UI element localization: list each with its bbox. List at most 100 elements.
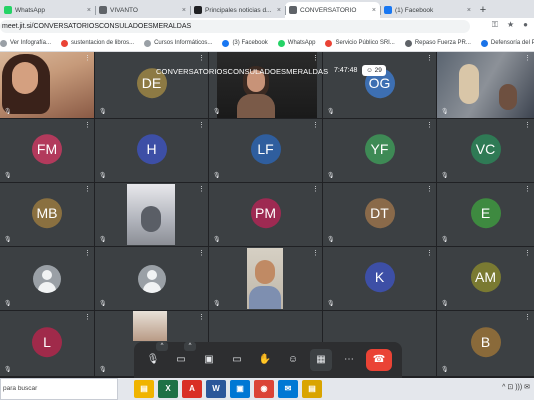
participant-tile[interactable]: DT ⋮ 🎙 [323, 183, 436, 246]
bookmark-item[interactable]: Servicio Público SRI... [325, 39, 395, 47]
participant-tile[interactable]: K ⋮ 🎙 [323, 247, 436, 310]
tile-menu-icon[interactable]: ⋮ [198, 121, 205, 129]
tile-menu-icon[interactable]: ⋮ [524, 249, 531, 257]
hangup-button-wrap: ☎ [366, 349, 392, 371]
bookmark-item[interactable]: sustentacion de libros... [61, 39, 134, 47]
tile-menu-icon[interactable]: ⋮ [198, 185, 205, 193]
taskbar-mail-icon[interactable]: ✉ [278, 380, 298, 398]
participant-tile[interactable]: ⋮ 🎙 [95, 247, 208, 310]
muted-mic-icon: 🎙 [4, 173, 12, 179]
close-tab-icon[interactable]: × [467, 7, 471, 14]
participant-tile[interactable]: B ⋮ 🎙 [437, 311, 534, 376]
mic-toggle-button[interactable]: 🎙 [142, 349, 164, 371]
tile-menu-icon[interactable]: ⋮ [312, 54, 319, 62]
taskbar-excel-icon[interactable]: X [158, 380, 178, 398]
participant-tile[interactable]: ⋮ 🎙 [209, 247, 322, 310]
tile-menu-icon[interactable]: ⋮ [198, 249, 205, 257]
participant-tile[interactable]: AM ⋮ 🎙 [437, 247, 534, 310]
participant-tile[interactable]: H ⋮ 🎙 [95, 119, 208, 182]
tile-menu-icon[interactable]: ⋮ [84, 54, 91, 62]
taskbar-explorer2-icon[interactable]: ▤ [302, 380, 322, 398]
participant-tile[interactable]: PM ⋮ 🎙 [209, 183, 322, 246]
tile-menu-icon[interactable]: ⋮ [312, 121, 319, 129]
participant-tile[interactable]: E ⋮ 🎙 [437, 183, 534, 246]
options-caret-icon[interactable]: ^ [184, 342, 196, 351]
close-tab-icon[interactable]: × [277, 7, 281, 14]
participant-tile[interactable]: ⋮ 🎙 [437, 52, 534, 118]
tile-menu-icon[interactable]: ⋮ [312, 185, 319, 193]
meeting-title: CONVERSATORIOSCONSULADOESMERALDAS [156, 67, 329, 76]
browser-tab[interactable]: CONVERSATORIO × [285, 2, 380, 18]
bookmark-item[interactable]: Repaso Fuerza PR... [404, 39, 471, 47]
screen: WhatsApp × VIVANTO × Principales noticias d.… [0, 0, 534, 400]
tile-menu-icon[interactable]: ⋮ [426, 249, 433, 257]
more-button[interactable]: ⋯ [338, 349, 360, 371]
participant-tile[interactable]: MB ⋮ 🎙 [0, 183, 94, 246]
browser-tab[interactable]: (1) Facebook × [380, 2, 475, 18]
camera-toggle-button[interactable]: ▭ [170, 349, 192, 371]
system-tray[interactable]: ^ ⊡ ))) ✉ [502, 383, 530, 391]
tile-menu-icon[interactable]: ⋮ [524, 185, 531, 193]
participant-tile[interactable]: LF ⋮ 🎙 [209, 119, 322, 182]
participant-tile[interactable]: YF ⋮ 🎙 [323, 119, 436, 182]
participant-tile[interactable]: FM ⋮ 🎙 [0, 119, 94, 182]
tile-menu-icon[interactable]: ⋮ [426, 54, 433, 62]
taskbar-search[interactable]: para buscar [0, 378, 118, 400]
key-icon[interactable]: ⚿ [492, 20, 498, 30]
bookmark-item[interactable]: WhatsApp [277, 39, 315, 47]
bookmark-item[interactable]: Ver Infografía... [0, 39, 51, 47]
participant-tile[interactable]: ⋮ 🎙 [209, 52, 322, 118]
tile-menu-icon[interactable]: ⋮ [84, 185, 91, 193]
participant-avatar: H [136, 133, 167, 164]
taskbar-explorer-icon[interactable]: ▤ [134, 380, 154, 398]
bookmark-item[interactable]: (3) Facebook [222, 39, 268, 47]
bookmark-item[interactable]: Defensoría del Pue... [480, 39, 534, 47]
tile-menu-icon[interactable]: ⋮ [524, 121, 531, 129]
participant-tile[interactable]: DE ⋮ 🎙 [95, 52, 208, 118]
tab-title: (1) Facebook [395, 6, 434, 14]
new-tab-button[interactable]: + [475, 2, 491, 18]
tile-menu-icon[interactable]: ⋮ [524, 313, 531, 321]
profile-icon[interactable]: ● [523, 20, 528, 30]
url-input[interactable]: meet.jit.si/CONVERSATORIOSCONSULADOESMER… [0, 20, 470, 33]
participant-tile[interactable]: OG ⋮ 🎙 [323, 52, 436, 118]
tile-menu-icon[interactable]: ⋮ [84, 313, 91, 321]
participant-tile[interactable]: VC ⋮ 🎙 [437, 119, 534, 182]
taskbar-word-icon[interactable]: W [206, 380, 226, 398]
participant-avatar: DT [364, 197, 395, 228]
tile-menu-icon[interactable]: ⋮ [198, 54, 205, 62]
participant-tile[interactable]: ⋮ 🎙 [95, 183, 208, 246]
star-icon[interactable]: ★ [507, 20, 514, 30]
options-caret-icon[interactable]: ^ [156, 342, 168, 351]
close-tab-icon[interactable]: × [182, 7, 186, 14]
tile-menu-icon[interactable]: ⋮ [524, 54, 531, 62]
tile-menu-icon[interactable]: ⋮ [426, 185, 433, 193]
taskbar-store-icon[interactable]: ▣ [230, 380, 250, 398]
tile-menu-icon[interactable]: ⋮ [426, 121, 433, 129]
browser-tab[interactable]: WhatsApp × [0, 2, 95, 18]
hangup-button[interactable]: ☎ [366, 349, 392, 371]
tile-menu-icon[interactable]: ⋮ [198, 313, 205, 321]
tile-view-button[interactable]: ▦ [310, 349, 332, 371]
participants-count-badge[interactable]: ☺ 29 [362, 65, 386, 76]
raise-hand-button[interactable]: ✋ [254, 349, 276, 371]
bookmark-item[interactable]: Cursos Informáticos... [144, 39, 212, 47]
close-tab-icon[interactable]: × [372, 7, 376, 14]
browser-tab[interactable]: Principales noticias d... × [190, 2, 285, 18]
participants-button-wrap: ☺ [282, 349, 304, 371]
participant-tile[interactable]: L ⋮ 🎙 [0, 311, 94, 376]
chat-button[interactable]: ▭ [226, 349, 248, 371]
taskbar-pdf-icon[interactable]: A [182, 380, 202, 398]
tile-menu-icon[interactable]: ⋮ [84, 249, 91, 257]
video-person [459, 64, 479, 104]
participants-button[interactable]: ☺ [282, 349, 304, 371]
video-body [249, 286, 281, 309]
participant-tile[interactable]: ⋮ 🎙 [0, 52, 94, 118]
tile-menu-icon[interactable]: ⋮ [312, 249, 319, 257]
taskbar-chrome-icon[interactable]: ◉ [254, 380, 274, 398]
participant-tile[interactable]: ⋮ 🎙 [0, 247, 94, 310]
close-tab-icon[interactable]: × [87, 7, 91, 14]
tile-menu-icon[interactable]: ⋮ [84, 121, 91, 129]
share-screen-button[interactable]: ▣ [198, 349, 220, 371]
browser-tab[interactable]: VIVANTO × [95, 2, 190, 18]
